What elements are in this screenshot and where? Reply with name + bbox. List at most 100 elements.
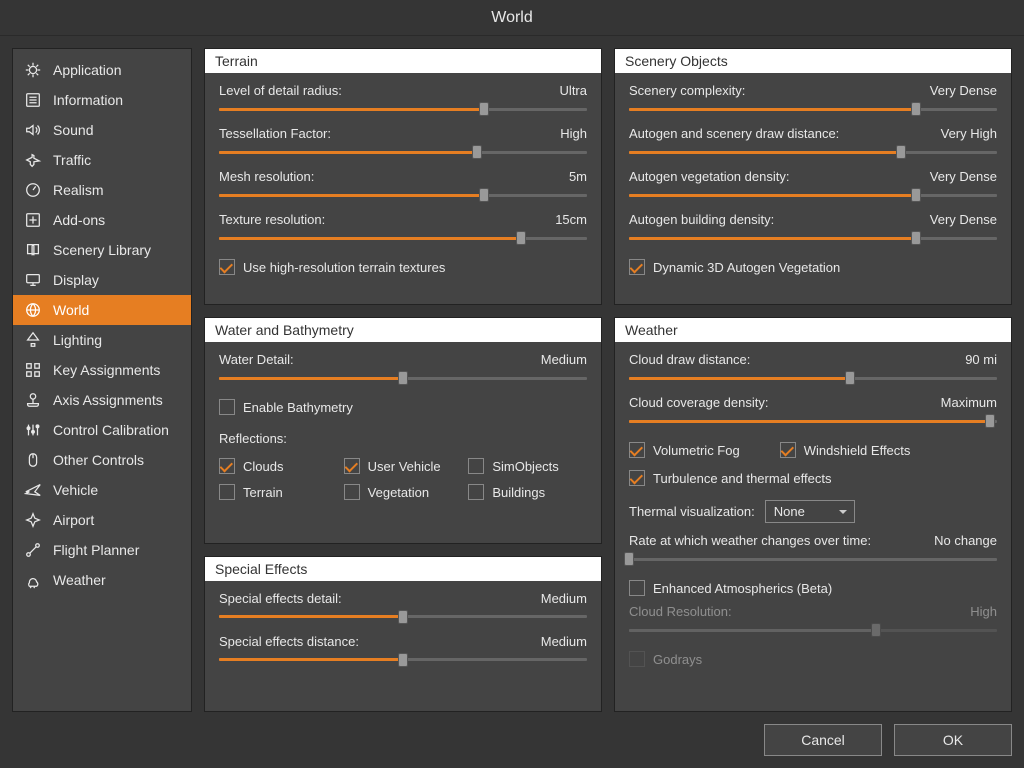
checkbox-box <box>219 484 235 500</box>
checkbox-reflect-simobjects[interactable]: SimObjects <box>468 458 587 474</box>
slider-label: Cloud coverage density: <box>629 395 768 410</box>
checkbox-label: Use high-resolution terrain textures <box>243 260 445 275</box>
slider-handle[interactable] <box>479 102 489 116</box>
slider-handle[interactable] <box>398 371 408 385</box>
slider-terrain-1: Tessellation Factor:High <box>219 126 587 159</box>
sidebar-item-flight-plan[interactable]: Flight Planner <box>13 535 191 565</box>
checkbox-dynamic-autogen[interactable]: Dynamic 3D Autogen Vegetation <box>629 259 997 275</box>
sidebar-item-label: Scenery Library <box>53 242 151 258</box>
sidebar-item-key-assign[interactable]: Key Assignments <box>13 355 191 385</box>
sidebar-item-control-cal[interactable]: Control Calibration <box>13 415 191 445</box>
sidebar-item-application[interactable]: Application <box>13 55 191 85</box>
slider-handle[interactable] <box>398 610 408 624</box>
panel-header: Terrain <box>205 49 601 73</box>
checkbox-reflect-buildings[interactable]: Buildings <box>468 484 587 500</box>
slider-value: Medium <box>541 591 587 606</box>
slider-handle[interactable] <box>911 102 921 116</box>
slider-handle[interactable] <box>479 188 489 202</box>
checkbox-label: Buildings <box>492 485 545 500</box>
slider-track[interactable] <box>629 414 997 428</box>
slider-value: No change <box>934 533 997 548</box>
sidebar-item-display[interactable]: Display <box>13 265 191 295</box>
airplane-icon <box>23 480 43 500</box>
slider-track[interactable] <box>629 145 997 159</box>
sidebar-item-vehicle[interactable]: Vehicle <box>13 475 191 505</box>
thermal-viz-select[interactable]: None <box>765 500 855 523</box>
slider-terrain-2: Mesh resolution:5m <box>219 169 587 202</box>
sidebar-item-lighting[interactable]: Lighting <box>13 325 191 355</box>
slider-scenery-2: Autogen vegetation density:Very Dense <box>629 169 997 202</box>
checkbox-turbulence[interactable]: Turbulence and thermal effects <box>629 470 997 486</box>
slider-track[interactable] <box>219 653 587 667</box>
checkbox-box <box>780 442 796 458</box>
slider-track[interactable] <box>629 188 997 202</box>
sidebar-item-label: Information <box>53 92 123 108</box>
checkbox-hires-textures[interactable]: Use high-resolution terrain textures <box>219 259 587 275</box>
checkbox-windshield[interactable]: Windshield Effects <box>780 442 911 458</box>
sidebar-item-realism[interactable]: Realism <box>13 175 191 205</box>
sidebar-item-addons[interactable]: Add-ons <box>13 205 191 235</box>
thermal-viz-row: Thermal visualization: None <box>629 500 997 523</box>
panel-header: Scenery Objects <box>615 49 1011 73</box>
slider-handle[interactable] <box>896 145 906 159</box>
ok-button[interactable]: OK <box>894 724 1012 756</box>
sidebar-item-other-ctrl[interactable]: Other Controls <box>13 445 191 475</box>
checkbox-label: Vegetation <box>368 485 429 500</box>
slider-scenery-1: Autogen and scenery draw distance:Very H… <box>629 126 997 159</box>
sidebar-item-information[interactable]: Information <box>13 85 191 115</box>
slider-handle[interactable] <box>845 371 855 385</box>
slider-track[interactable] <box>629 231 997 245</box>
select-label: Thermal visualization: <box>629 504 755 519</box>
slider-track[interactable] <box>219 188 587 202</box>
slider-handle[interactable] <box>985 414 995 428</box>
checkbox-box <box>468 458 484 474</box>
slider-track[interactable] <box>629 102 997 116</box>
slider-handle[interactable] <box>516 231 526 245</box>
slider-handle[interactable] <box>911 188 921 202</box>
sidebar-item-label: World <box>53 302 89 318</box>
slider-terrain-0: Level of detail radius:Ultra <box>219 83 587 116</box>
sidebar-item-sound[interactable]: Sound <box>13 115 191 145</box>
panel-water: Water and Bathymetry Water Detail:Medium… <box>204 317 602 544</box>
lamp-icon <box>23 330 43 350</box>
slider-value: Medium <box>541 352 587 367</box>
checkbox-reflect-terrain[interactable]: Terrain <box>219 484 338 500</box>
cancel-button[interactable]: Cancel <box>764 724 882 756</box>
slider-handle[interactable] <box>911 231 921 245</box>
checkbox-enhanced-atmospherics[interactable]: Enhanced Atmospherics (Beta) <box>629 580 997 596</box>
slider-scenery-0: Scenery complexity:Very Dense <box>629 83 997 116</box>
slider-track[interactable] <box>219 371 587 385</box>
slider-label: Mesh resolution: <box>219 169 314 184</box>
slider-track[interactable] <box>219 610 587 624</box>
slider-handle[interactable] <box>398 653 408 667</box>
sidebar-item-world[interactable]: World <box>13 295 191 325</box>
checkbox-label: SimObjects <box>492 459 558 474</box>
sidebar-item-axis-assign[interactable]: Axis Assignments <box>13 385 191 415</box>
sliders-icon <box>23 420 43 440</box>
reflections-label: Reflections: <box>219 431 587 446</box>
sidebar-item-label: Application <box>53 62 122 78</box>
slider-value: Maximum <box>941 395 997 410</box>
panel-weather: Weather Cloud draw distance:90 miCloud c… <box>614 317 1012 712</box>
slider-handle[interactable] <box>472 145 482 159</box>
checkbox-reflect-user-vehicle[interactable]: User Vehicle <box>344 458 463 474</box>
sidebar-item-traffic[interactable]: Traffic <box>13 145 191 175</box>
checkbox-label: Dynamic 3D Autogen Vegetation <box>653 260 840 275</box>
checkbox-reflect-clouds[interactable]: Clouds <box>219 458 338 474</box>
footer: Cancel OK <box>0 712 1024 768</box>
slider-track[interactable] <box>219 102 587 116</box>
slider-label: Scenery complexity: <box>629 83 745 98</box>
checkbox-volumetric-fog[interactable]: Volumetric Fog <box>629 442 740 458</box>
sidebar-item-airport[interactable]: Airport <box>13 505 191 535</box>
sidebar-item-weather[interactable]: Weather <box>13 565 191 595</box>
slider-handle[interactable] <box>624 552 634 566</box>
sidebar-item-scenery-lib[interactable]: Scenery Library <box>13 235 191 265</box>
panel-special-effects: Special Effects Special effects detail:M… <box>204 556 602 713</box>
checkbox-reflect-vegetation[interactable]: Vegetation <box>344 484 463 500</box>
slider-track[interactable] <box>219 145 587 159</box>
checkbox-bathymetry[interactable]: Enable Bathymetry <box>219 399 587 415</box>
slider-track[interactable] <box>219 231 587 245</box>
slider-track[interactable] <box>629 371 997 385</box>
slider-track[interactable] <box>629 552 997 566</box>
checkbox-box <box>219 259 235 275</box>
